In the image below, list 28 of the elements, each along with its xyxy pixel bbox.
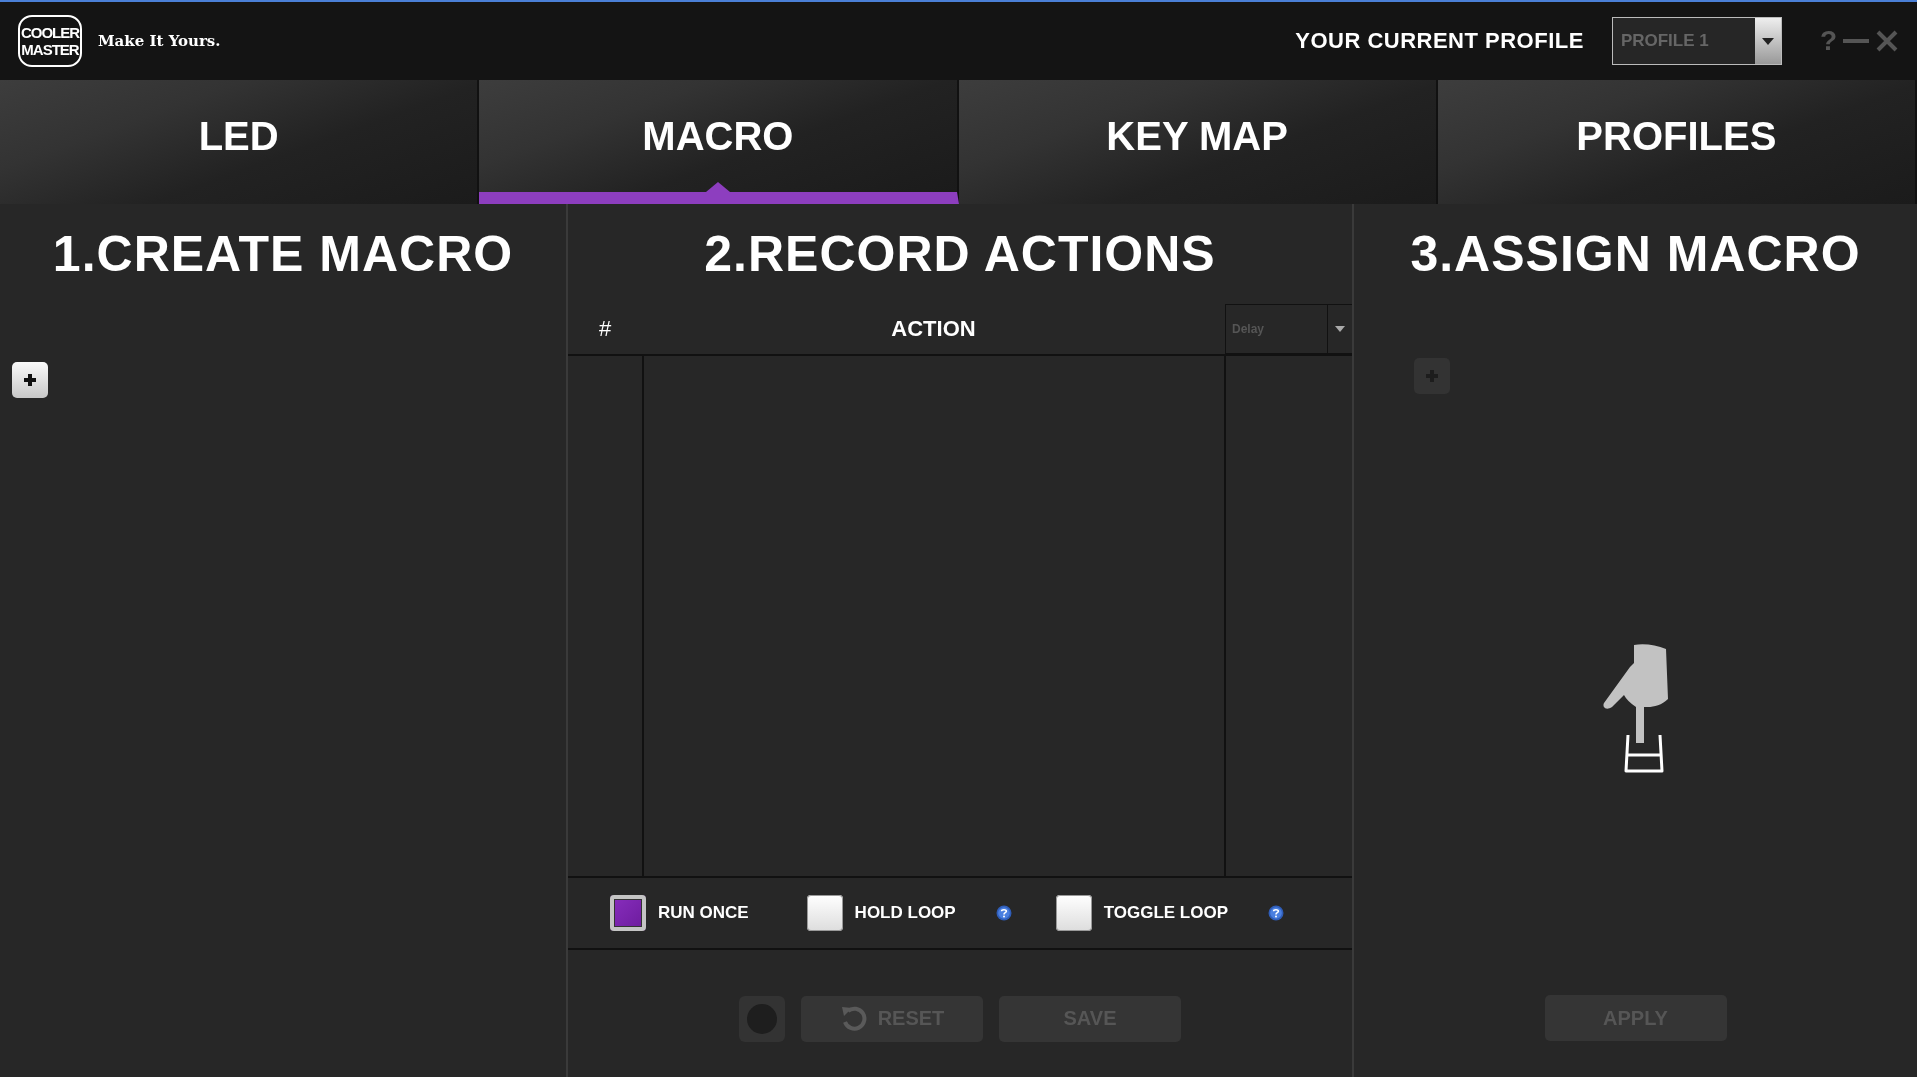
add-button[interactable] <box>12 362 48 398</box>
column-header: ACTION <box>890 315 977 343</box>
tab[interactable]: MACRO <box>479 80 959 204</box>
brand-logo: COOLER MASTER <box>18 15 82 67</box>
caret-icon <box>1335 326 1345 332</box>
caret-icon <box>1761 37 1774 45</box>
tab[interactable]: PROFILES <box>1437 80 1917 204</box>
reset-icon <box>839 1004 868 1033</box>
checkbox[interactable] <box>609 895 646 931</box>
profile-label: YOUR CURRENT PROFILE <box>1295 28 1584 54</box>
checkbox[interactable] <box>806 895 843 931</box>
help-icon[interactable] <box>1268 905 1285 921</box>
section-title: 2.RECORD ACTIONS <box>704 225 1216 283</box>
tab[interactable]: KEY MAP <box>958 80 1438 204</box>
plus-icon <box>22 372 38 388</box>
slogan-text: Make It Yours. <box>98 32 221 50</box>
help-icon[interactable] <box>995 905 1012 921</box>
column-header: # <box>597 315 613 343</box>
close-icon[interactable] <box>1875 29 1899 53</box>
option-label: HOLD LOOP <box>854 903 956 923</box>
section-title: 3.ASSIGN MACRO <box>1410 225 1861 283</box>
profile-dropdown[interactable]: PROFILE 1 <box>1611 17 1782 65</box>
option-label: TOGGLE LOOP <box>1103 903 1229 923</box>
tab[interactable]: LED <box>0 80 480 204</box>
section-title: 1.CREATE MACRO <box>52 225 514 283</box>
option-label: RUN ONCE <box>657 903 749 923</box>
help-button[interactable]: ? <box>1819 25 1837 57</box>
checkbox[interactable] <box>1055 895 1092 931</box>
